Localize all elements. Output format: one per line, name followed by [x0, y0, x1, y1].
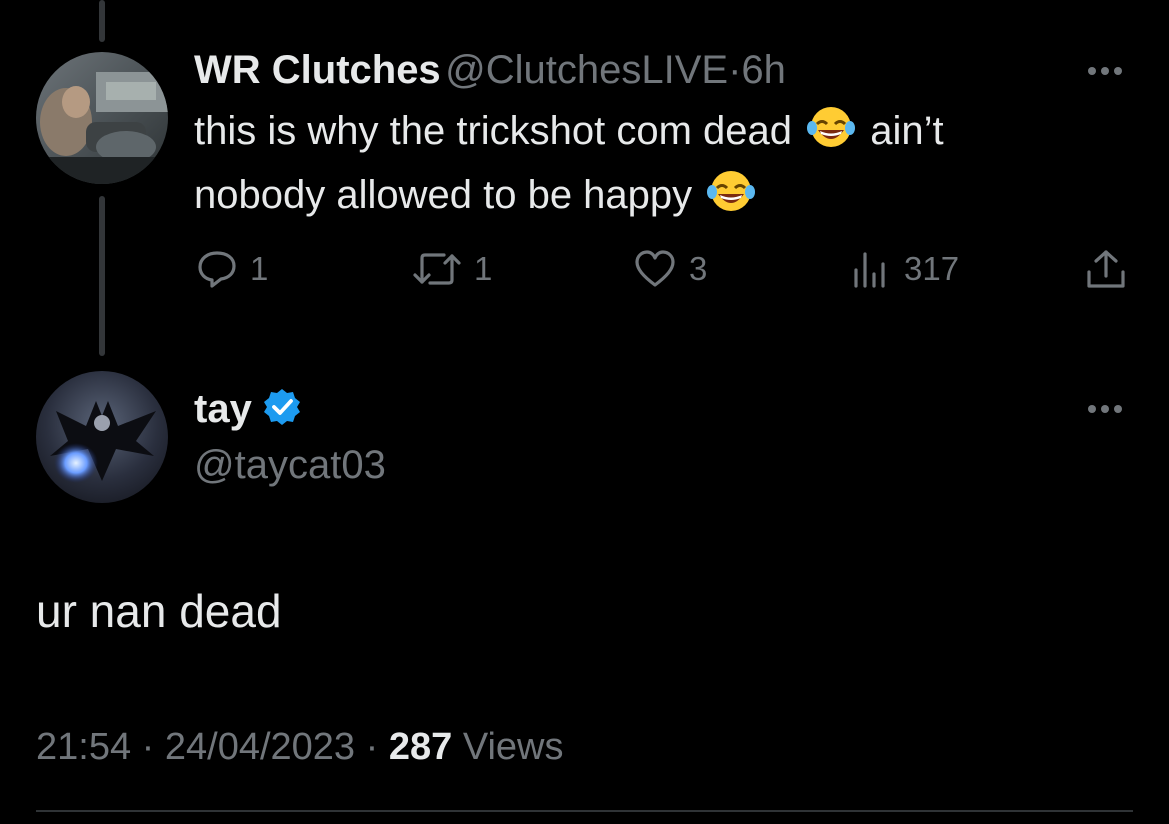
author-handle[interactable]: @ClutchesLIVE: [445, 48, 728, 92]
author-name[interactable]: WR Clutches: [194, 48, 441, 92]
reply-button[interactable]: 1: [196, 248, 268, 290]
laughing-emoji-icon: [707, 168, 756, 230]
tweet-time[interactable]: 6h: [741, 48, 786, 92]
avatar-tay[interactable]: [36, 371, 168, 503]
tweet-timestamp[interactable]: 21:54: [36, 726, 131, 768]
parent-tweet-text: this is why the trickshot com dead ain’t…: [194, 102, 1124, 230]
views-icon: [854, 252, 885, 288]
like-count: 3: [689, 250, 708, 287]
meta-separator: ·: [365, 726, 379, 768]
repost-icon: [413, 253, 461, 285]
views-count: 317: [904, 250, 960, 287]
reply-count: 1: [250, 250, 269, 287]
meta-separator: ·: [141, 726, 155, 768]
tweet-meta: 21:54 · 24/04/2023 · 287 Views: [36, 726, 564, 769]
views-button[interactable]: 317: [850, 248, 959, 290]
tweet-text-line1: this is why the trickshot com dead: [194, 109, 793, 153]
thread-line-top: [99, 0, 105, 42]
main-tweet-text: ur nan dead: [36, 585, 282, 637]
tweet-text-line2: nobody allowed to be happy: [194, 173, 693, 217]
author-handle[interactable]: @taycat03: [194, 443, 386, 488]
reply-icon: [198, 251, 236, 288]
like-button[interactable]: 3: [633, 248, 707, 290]
more-options-icon[interactable]: [1088, 405, 1122, 413]
repost-button[interactable]: 1: [412, 248, 492, 290]
tweet-date[interactable]: 24/04/2023: [165, 726, 355, 768]
tweet-text-line1-tail: ain’t: [870, 109, 944, 153]
avatar-wr-clutches[interactable]: [36, 52, 168, 184]
thread-line-connector: [99, 196, 105, 356]
heart-icon: [635, 250, 675, 287]
divider: [36, 810, 1133, 812]
verified-badge-icon: [262, 387, 302, 432]
share-button[interactable]: [1084, 248, 1128, 290]
views-count: 287: [388, 726, 453, 768]
more-options-icon[interactable]: [1088, 67, 1122, 75]
repost-count: 1: [474, 250, 493, 287]
views-label: Views: [462, 726, 564, 768]
share-icon: [1087, 250, 1125, 288]
author-name[interactable]: tay: [194, 387, 252, 432]
laughing-emoji-icon: [807, 104, 856, 166]
meta-separator: ·: [728, 48, 742, 92]
